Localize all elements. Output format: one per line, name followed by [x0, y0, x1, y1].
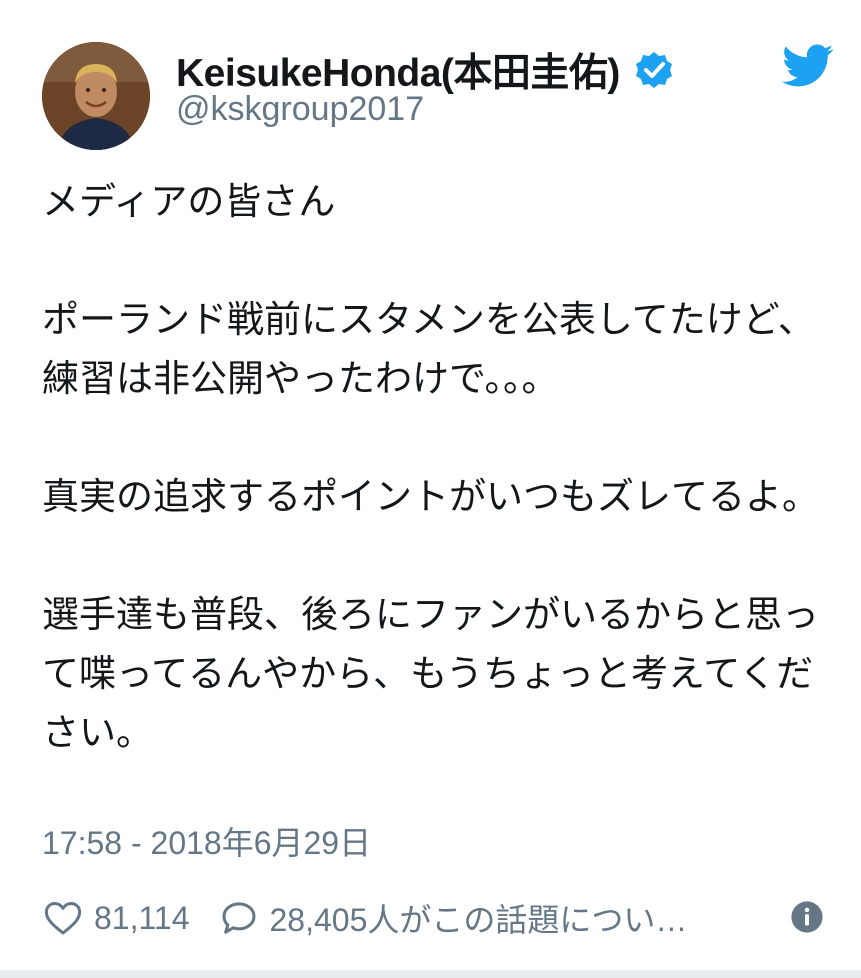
comment-icon	[222, 902, 255, 934]
user-handle[interactable]: @kskgroup2017	[176, 90, 424, 129]
verified-badge-icon	[635, 52, 672, 88]
tweet-paragraph: メディアの皆さん	[42, 180, 336, 223]
like-button[interactable]: 81,114	[42, 898, 190, 938]
avatar-photo	[42, 42, 150, 150]
tweet-timestamp[interactable]: 17:58 - 2018年6月29日	[42, 818, 371, 864]
avatar[interactable]	[42, 42, 150, 150]
tweet-text: メディアの皆さん ポーランド戦前にスタメンを公表してたけど、練習は非公開やったわ…	[42, 172, 832, 762]
tweet-paragraph: ポーランド戦前にスタメンを公表してたけど、練習は非公開やったわけで。。。	[42, 298, 815, 400]
like-count: 81,114	[94, 899, 190, 936]
tweet-card: KeisukeHonda(本田圭佑) @kskgroup2017 メディアの皆さ…	[0, 0, 861, 978]
tweet-paragraph: 選手達も普段、後ろにファンがいるからと思って喋ってるんやから、もうちょっと考えて…	[42, 593, 819, 754]
tweet-paragraph: 真実の追求するポイントがいつもズレてるよ。	[42, 475, 819, 518]
tweet-actions: 81,114 28,405人がこの話題につい…	[42, 890, 832, 946]
replies-link[interactable]: 28,405人がこの話題につい…	[218, 895, 688, 941]
info-icon[interactable]	[790, 900, 824, 934]
replies-summary: 28,405人がこの話題につい…	[269, 902, 688, 938]
twitter-bird-icon[interactable]	[782, 44, 834, 88]
heart-icon	[44, 902, 82, 935]
divider	[0, 970, 861, 978]
